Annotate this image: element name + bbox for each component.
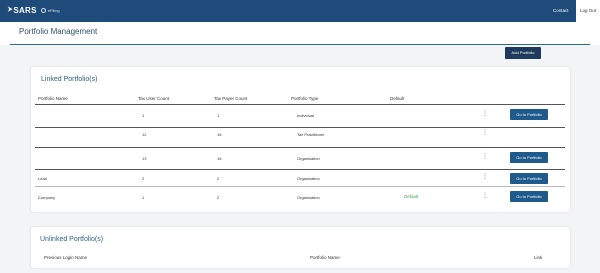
row-divider [35,169,565,170]
kebab-menu-icon[interactable]: ⋮ [482,154,488,160]
portfolio-type-cell: Tax Practitioner [297,132,325,137]
go-to-portfolio-button[interactable]: Go to Portfolio [510,191,548,202]
row-divider [35,147,565,148]
go-to-portfolio-button[interactable]: Go to Portfolio [510,173,548,184]
logout-button[interactable]: Log Out [576,0,600,22]
efiling-brand: eFiling [40,8,60,13]
kebab-menu-icon[interactable]: ⋮ [482,174,488,180]
tax-payer-count-cell: 16 [217,156,222,161]
tax-user-count-cell: 1 [142,113,145,118]
sars-logo[interactable]: ⮞ SARS eFiling [8,6,60,15]
portfolio-type-cell: Organisation [297,195,320,200]
go-to-portfolio-button[interactable]: Go to Portfolio [510,109,548,120]
row-divider [35,127,565,128]
linked-portfolios-title: Linked Portfolio(s) [41,76,98,83]
tax-payer-count-cell: 2 [217,195,220,200]
unlinked-portfolios-title: Unlinked Portfolio(s) [40,236,104,243]
column-header-tax-user-count: Tax User Count [138,96,170,101]
linked-portfolios-card [31,67,570,212]
page-title: Portfolio Management [19,27,98,36]
column-header-previous-login-name: Previous Login Name [44,255,88,260]
portfolio-type-cell: Organisation [297,176,320,181]
tax-user-count-cell: 2 [142,176,145,181]
portfolio-name-cell: Lead [38,176,47,181]
kebab-menu-icon[interactable]: ⋮ [482,193,488,199]
unlinked-portfolios-card [31,227,570,268]
tax-user-count-cell: 13 [142,156,147,161]
kebab-menu-icon[interactable]: ⋮ [482,130,488,136]
portfolio-name-cell: Company [38,195,56,200]
column-header-tax-payer-count: Tax Payer Count [214,96,248,101]
column-header-default: Default [390,96,405,101]
top-navigation-bar: ⮞ SARS eFiling Contact Log Out [0,0,600,22]
tax-payer-count-cell: 1 [217,113,220,118]
efiling-circle-icon [40,8,46,13]
default-badge: Default [404,194,419,199]
efiling-label: eFiling [47,8,60,13]
tax-user-count-cell: 1 [142,195,145,200]
kebab-menu-icon[interactable]: ⋮ [482,111,488,117]
table-header-divider [35,104,565,105]
sars-logo-text: SARS [13,6,37,15]
go-to-portfolio-button[interactable]: Go to Portfolio [510,152,548,163]
tax-payer-count-cell: 2 [217,176,220,181]
row-divider [35,186,565,187]
portfolio-type-cell: Individual [297,113,314,118]
add-portfolio-button[interactable]: Add Portfolio [505,47,541,59]
column-header-portfolio-name: Portfolio Name [310,255,340,260]
header-divider [10,44,590,45]
tax-payer-count-cell: 16 [217,132,222,137]
column-header-portfolio-name: Portfolio Name [38,96,68,101]
portfolio-type-cell: Organisation [297,156,320,161]
column-header-link: Link [534,255,543,260]
sars-logo-mark-icon: ⮞ [8,7,13,13]
contact-link[interactable]: Contact [553,8,569,13]
column-header-portfolio-type: Portfolio Type [291,96,319,101]
tax-user-count-cell: 12 [142,132,147,137]
